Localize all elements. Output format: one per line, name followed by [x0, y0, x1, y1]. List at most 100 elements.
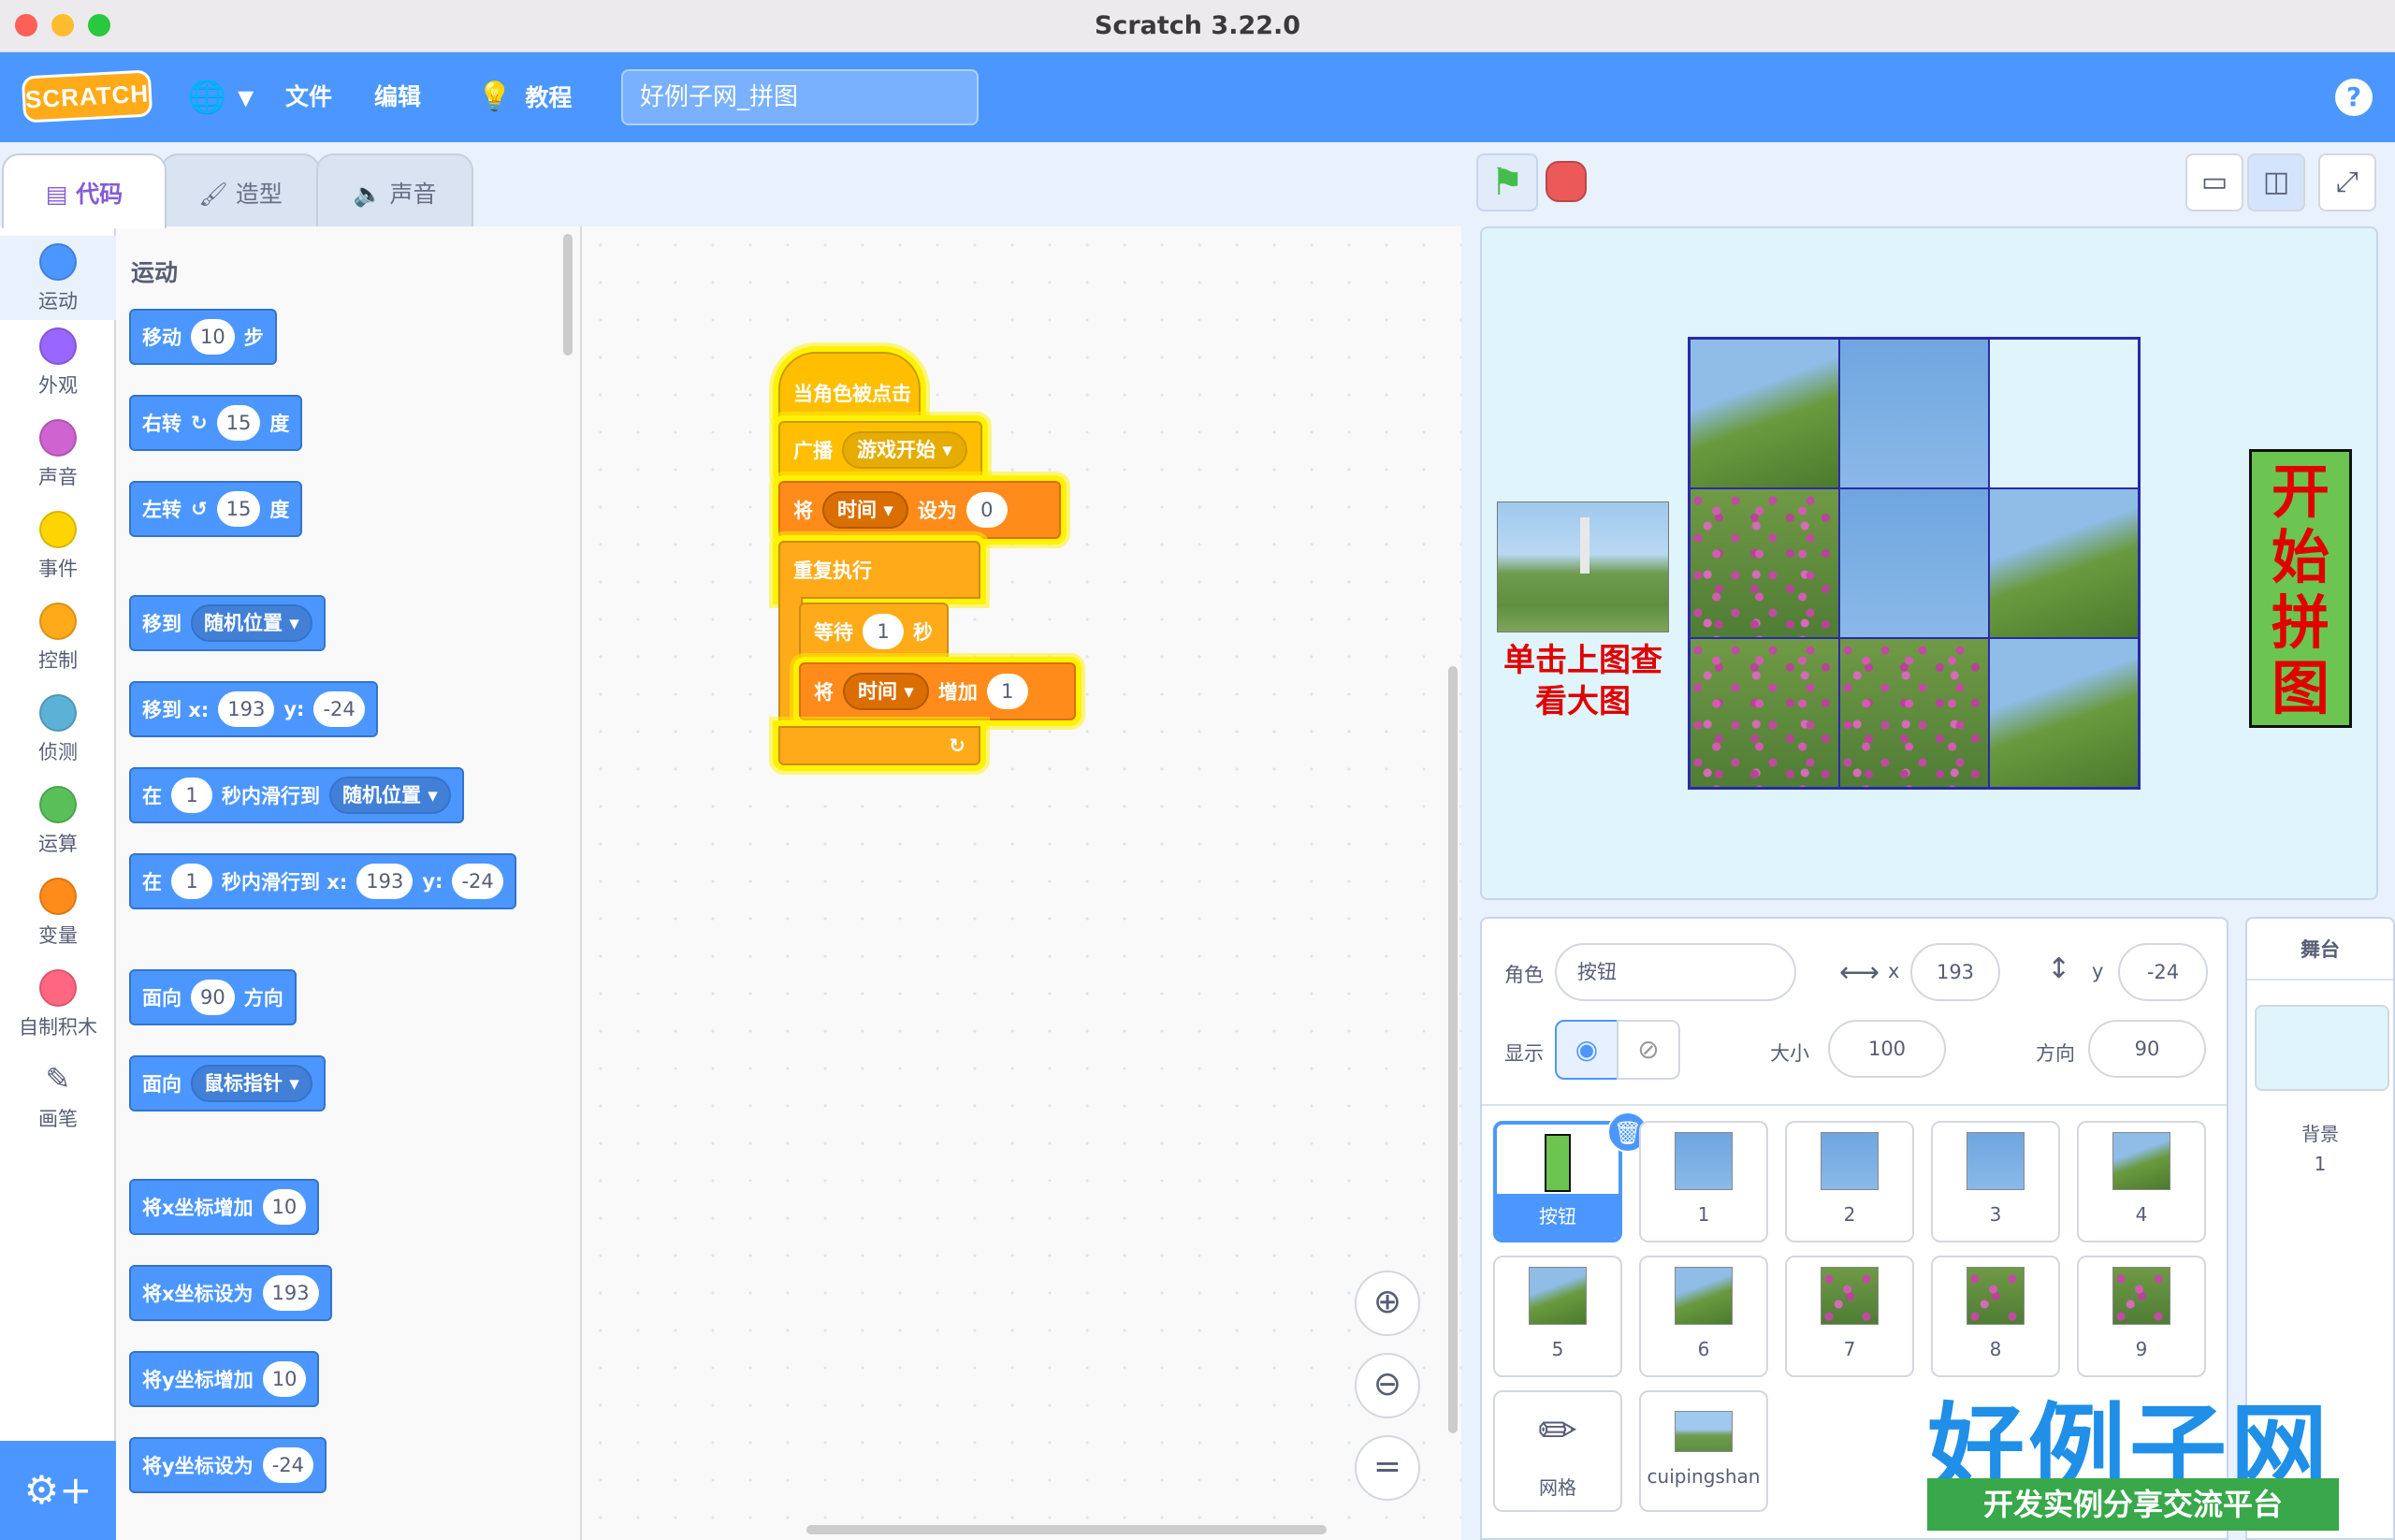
stage-canvas[interactable]: 单击上图查看大图 开始拼图: [1480, 226, 2378, 900]
y-input[interactable]: -24: [2118, 943, 2208, 1001]
category-control[interactable]: 控制: [0, 603, 116, 674]
block-dropdown[interactable]: 随机位置 ▾: [191, 604, 312, 642]
block-input[interactable]: 10: [191, 319, 235, 355]
block-input[interactable]: 193: [218, 691, 275, 727]
sprite-thumbnail[interactable]: 4: [2077, 1121, 2206, 1242]
block-move-steps[interactable]: 移动 10 步: [129, 309, 277, 365]
tab-code[interactable]: ▤ 代码: [2, 153, 167, 228]
sprite-thumbnail[interactable]: ✏ 网格: [1493, 1390, 1622, 1512]
block-input[interactable]: 193: [262, 1275, 319, 1311]
sprite-thumbnail[interactable]: 6: [1639, 1256, 1768, 1377]
scratch-logo[interactable]: SCRATCH: [21, 69, 153, 123]
language-globe-icon[interactable]: 🌐 ▾: [187, 79, 254, 116]
menu-tutorials[interactable]: 💡 教程: [477, 79, 572, 117]
block-input[interactable]: 10: [262, 1361, 307, 1397]
block-input[interactable]: 10: [262, 1189, 307, 1225]
menu-file[interactable]: 文件: [285, 79, 332, 116]
block-input[interactable]: 193: [356, 864, 414, 899]
block-point-towards[interactable]: 面向 鼠标指针 ▾: [129, 1055, 326, 1111]
green-flag-icon[interactable]: ⚑: [1476, 153, 1538, 211]
project-title-input[interactable]: 好例子网_拼图: [621, 69, 979, 125]
zoom-out-button[interactable]: ⊖: [1355, 1353, 1420, 1418]
preview-image[interactable]: [1497, 501, 1669, 632]
sprite-thumbnail[interactable]: 2: [1785, 1121, 1914, 1242]
block-change-x[interactable]: 将x坐标增加 10: [129, 1179, 320, 1235]
block-turn-right[interactable]: 右转 ↻ 15 度: [129, 395, 303, 451]
direction-input[interactable]: 90: [2088, 1020, 2206, 1078]
fullscreen-icon[interactable]: ⤢: [2318, 153, 2376, 211]
puzzle-tile[interactable]: [1690, 488, 1839, 638]
sprite-thumbnail[interactable]: 7: [1785, 1256, 1914, 1377]
block-turn-left[interactable]: 左转 ↺ 15 度: [129, 481, 303, 537]
block-forever[interactable]: 重复执行: [778, 541, 980, 599]
category-my-blocks[interactable]: 自制积木: [0, 969, 116, 1040]
sprite-thumbnail[interactable]: 9: [2077, 1256, 2206, 1377]
puzzle-tile[interactable]: [1839, 339, 1989, 488]
category-sound[interactable]: 声音: [0, 419, 116, 490]
block-input[interactable]: 1: [171, 777, 212, 813]
menu-edit[interactable]: 编辑: [374, 79, 421, 116]
palette-scrollbar[interactable]: [563, 234, 573, 356]
block-dropdown[interactable]: 随机位置 ▾: [329, 777, 451, 814]
block-set-x[interactable]: 将x坐标设为 193: [129, 1265, 332, 1321]
block-dropdown[interactable]: 游戏开始 ▾: [842, 431, 967, 469]
sprite-name-input[interactable]: 按钮: [1555, 943, 1796, 1001]
category-events[interactable]: 事件: [0, 511, 116, 582]
block-set-y[interactable]: 将y坐标设为 -24: [129, 1437, 327, 1493]
block-broadcast[interactable]: 广播 游戏开始 ▾: [778, 421, 982, 479]
category-pen[interactable]: ✎ 画笔: [0, 1061, 116, 1132]
block-goto[interactable]: 移到 随机位置 ▾: [129, 595, 326, 651]
block-input[interactable]: -24: [262, 1447, 314, 1483]
x-input[interactable]: 193: [1910, 943, 2000, 1001]
show-eye-icon[interactable]: ◉: [1555, 1020, 1618, 1080]
block-glide-to[interactable]: 在 1 秒内滑行到 随机位置 ▾: [129, 767, 464, 823]
block-when-sprite-clicked[interactable]: 当角色被点击: [778, 352, 921, 421]
block-input[interactable]: 1: [986, 674, 1028, 709]
puzzle-tile[interactable]: [1839, 638, 1989, 788]
zoom-in-button[interactable]: ⊕: [1355, 1271, 1420, 1336]
puzzle-tile[interactable]: [1989, 638, 2139, 788]
stop-icon[interactable]: [1546, 161, 1587, 202]
block-change-variable[interactable]: 将时间 ▾ 增加 1: [799, 662, 1076, 720]
block-point-direction[interactable]: 面向 90 方向: [129, 969, 297, 1025]
block-input[interactable]: 15: [216, 491, 261, 527]
size-input[interactable]: 100: [1828, 1020, 1946, 1078]
block-goto-xy[interactable]: 移到 x: 193 y: -24: [129, 681, 378, 737]
sprite-thumbnail[interactable]: 按钮 🗑: [1493, 1111, 1648, 1242]
block-set-variable[interactable]: 将时间 ▾ 设为 0: [778, 481, 1061, 539]
block-dropdown[interactable]: 鼠标指针 ▾: [191, 1065, 312, 1102]
hide-eye-icon[interactable]: ⊘: [1617, 1020, 1680, 1080]
workspace-vertical-scrollbar[interactable]: [1448, 666, 1458, 1433]
puzzle-tile[interactable]: [1839, 488, 1989, 638]
zoom-reset-button[interactable]: =: [1355, 1435, 1420, 1501]
category-operators[interactable]: 运算: [0, 786, 116, 857]
sprite-thumbnail[interactable]: 5: [1493, 1256, 1622, 1377]
category-sensing[interactable]: 侦测: [0, 694, 116, 765]
sprite-thumbnail[interactable]: 8: [1931, 1256, 2060, 1377]
start-puzzle-button[interactable]: 开始拼图: [2249, 449, 2352, 728]
tab-costumes[interactable]: 🖌 造型: [161, 153, 320, 228]
block-dropdown[interactable]: 时间 ▾: [822, 491, 908, 529]
small-stage-button[interactable]: ▭: [2185, 153, 2243, 211]
category-motion[interactable]: 运动: [0, 236, 116, 320]
sprite-thumbnail[interactable]: cuipingshan: [1639, 1390, 1768, 1512]
block-input[interactable]: 15: [216, 405, 261, 441]
block-wait[interactable]: 等待 1 秒: [799, 603, 949, 661]
tab-sounds[interactable]: 🔈 声音: [316, 153, 473, 228]
block-input[interactable]: 1: [171, 864, 212, 899]
script-workspace[interactable]: 当角色被点击 广播 游戏开始 ▾ 将时间 ▾ 设为 0 重复执行 等待 1 秒 将时间 ▾…: [582, 226, 1461, 1540]
block-change-y[interactable]: 将y坐标增加 10: [129, 1351, 320, 1407]
normal-stage-button[interactable]: ◫: [2247, 153, 2305, 211]
puzzle-tile[interactable]: [1690, 638, 1839, 788]
block-input[interactable]: -24: [452, 864, 503, 899]
puzzle-tile[interactable]: [1989, 339, 2139, 488]
category-looks[interactable]: 外观: [0, 327, 116, 399]
category-variables[interactable]: 变量: [0, 878, 116, 949]
block-glide-xy[interactable]: 在 1 秒内滑行到 x: 193 y: -24: [129, 853, 516, 909]
block-input[interactable]: -24: [313, 691, 365, 727]
block-input[interactable]: 1: [863, 614, 904, 649]
puzzle-tile[interactable]: [1690, 339, 1839, 488]
block-input[interactable]: 0: [965, 492, 1008, 528]
add-extension-button[interactable]: ⚙+: [0, 1441, 116, 1540]
sprite-thumbnail[interactable]: 1: [1639, 1121, 1768, 1242]
